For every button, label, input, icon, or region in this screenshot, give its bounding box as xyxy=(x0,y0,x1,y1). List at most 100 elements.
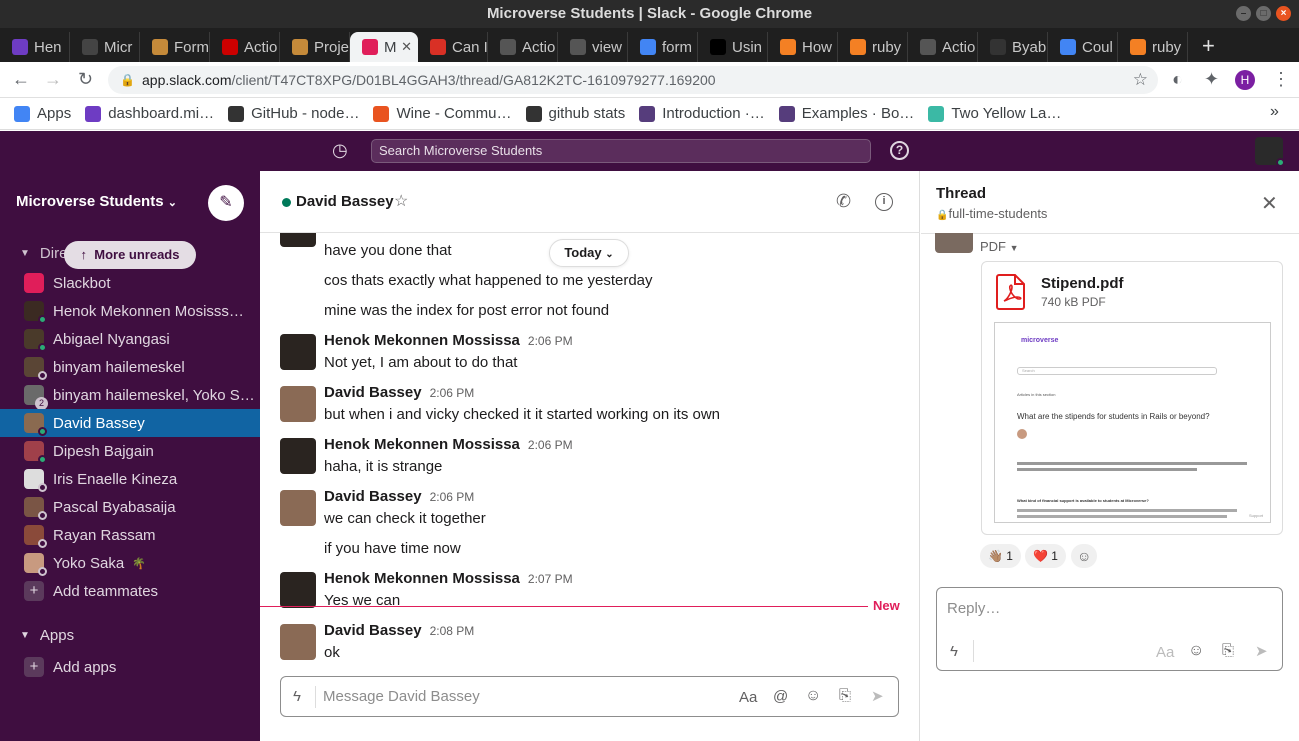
menu-dots-icon[interactable]: ⋮ xyxy=(1272,69,1290,90)
message-time[interactable]: 2:06 PM xyxy=(430,490,475,504)
close-thread-icon[interactable]: ✕ xyxy=(1261,191,1278,216)
bookmark-item[interactable]: Apps xyxy=(14,105,71,122)
format-text-button[interactable]: Aa xyxy=(1156,644,1174,661)
bookmark-item[interactable]: Examples · Bo… xyxy=(778,105,914,122)
tab-16[interactable]: ruby xyxy=(1118,32,1188,62)
pdf-toggle[interactable]: PDF ▼ xyxy=(980,239,1019,254)
message-input[interactable]: Message David Bassey xyxy=(323,688,480,705)
bookmark-item[interactable]: dashboard.mi… xyxy=(85,105,214,122)
emoji-icon[interactable]: ☺ xyxy=(805,687,821,705)
message-avatar[interactable] xyxy=(280,438,316,474)
reaction-heart[interactable]: ❤️ 1 xyxy=(1025,544,1066,568)
thread-author-avatar[interactable] xyxy=(935,233,973,253)
message-avatar[interactable] xyxy=(280,572,316,608)
message-avatar[interactable] xyxy=(280,624,316,660)
shortcuts-icon[interactable]: ϟ xyxy=(293,688,301,705)
back-icon[interactable]: ← xyxy=(12,69,30,90)
message-author[interactable]: David Bassey 2:06 PM xyxy=(324,488,474,505)
dm-item[interactable]: binyam hailemeskel xyxy=(0,353,260,381)
user-avatar[interactable] xyxy=(1255,137,1285,167)
workspace-name[interactable]: Microverse Students ⌄ xyxy=(16,193,177,210)
message-time[interactable]: 2:06 PM xyxy=(528,334,573,348)
tab-8[interactable]: view xyxy=(558,32,628,62)
bookmark-item[interactable]: GitHub - node… xyxy=(228,105,359,122)
tab-14[interactable]: Byab xyxy=(978,32,1048,62)
bookmarks-overflow-icon[interactable]: » xyxy=(1270,103,1279,121)
date-divider-pill[interactable]: Today ⌄ xyxy=(549,239,629,267)
shortcuts-icon[interactable]: ϟ xyxy=(950,643,958,660)
send-icon[interactable]: ➤ xyxy=(871,687,884,705)
mention-icon[interactable]: @ xyxy=(773,688,788,705)
dm-item[interactable]: 2 binyam hailemeskel, Yoko S… xyxy=(0,381,260,409)
message-author[interactable]: Henok Mekonnen Mossissa 2:06 PM xyxy=(324,332,573,349)
tab-11[interactable]: How xyxy=(768,32,838,62)
reply-input[interactable]: Reply… xyxy=(947,600,1000,617)
dm-item[interactable]: Iris Enaelle Kineza xyxy=(0,465,260,493)
file-attachment-card[interactable]: Stipend.pdf 740 kB PDF microverse Search… xyxy=(981,261,1283,535)
dm-item[interactable]: Slackbot xyxy=(0,269,260,297)
thread-channel[interactable]: 🔒full-time-students xyxy=(936,206,1047,221)
message-avatar[interactable] xyxy=(280,386,316,422)
chat-title[interactable]: David Bassey xyxy=(296,193,394,210)
message-avatar[interactable] xyxy=(280,334,316,370)
attach-icon[interactable]: ⎘ xyxy=(1222,642,1234,659)
tab-13[interactable]: Actio xyxy=(908,32,978,62)
phone-icon[interactable]: ✆ xyxy=(836,191,851,212)
tab-6[interactable]: Can I xyxy=(418,32,488,62)
close-tab-icon[interactable]: ✕ xyxy=(401,39,412,55)
maximize-icon[interactable]: □ xyxy=(1256,6,1271,21)
bookmark-item[interactable]: Wine - Commu… xyxy=(373,105,512,122)
message-author[interactable]: Henok Mekonnen Mossissa 2:07 PM xyxy=(324,570,573,587)
tab-10[interactable]: Usin xyxy=(698,32,768,62)
emoji-icon[interactable]: ☺ xyxy=(1188,642,1204,660)
history-icon[interactable]: ◷ xyxy=(332,140,348,161)
dm-item[interactable]: Dipesh Bajgain xyxy=(0,437,260,465)
apps-section-header[interactable]: ▼ Apps xyxy=(0,621,260,649)
reload-icon[interactable]: ↻ xyxy=(78,69,93,90)
bookmark-star-icon[interactable]: ☆ xyxy=(1133,66,1148,94)
close-window-icon[interactable]: × xyxy=(1276,6,1291,21)
profile-avatar[interactable]: H xyxy=(1235,70,1255,90)
puzzle-icon[interactable]: ✦ xyxy=(1204,69,1219,90)
tab-9[interactable]: form xyxy=(628,32,698,62)
message-time[interactable]: 2:06 PM xyxy=(430,386,475,400)
search-input[interactable]: Search Microverse Students xyxy=(371,139,871,163)
message-avatar[interactable] xyxy=(280,233,316,247)
tab-2[interactable]: Form xyxy=(140,32,210,62)
tab-1[interactable]: Micr xyxy=(70,32,140,62)
add-teammates-button[interactable]: + Add teammates xyxy=(0,577,260,605)
help-icon[interactable]: ? xyxy=(890,141,909,160)
message-time[interactable]: 2:06 PM xyxy=(528,438,573,452)
reaction-wave[interactable]: 👋🏽 1 xyxy=(980,544,1021,568)
reply-composer[interactable]: Reply… ϟ Aa ☺ ⎘ ➤ xyxy=(936,587,1283,671)
attach-icon[interactable]: ⎘ xyxy=(839,687,851,704)
message-author[interactable]: David Bassey 2:06 PM xyxy=(324,384,474,401)
compose-button[interactable]: ✎ xyxy=(208,185,244,221)
tab-0[interactable]: Hen xyxy=(0,32,70,62)
tab-4[interactable]: Proje xyxy=(280,32,350,62)
format-text-button[interactable]: Aa xyxy=(739,689,757,706)
dm-item[interactable]: Yoko Saka 🌴 xyxy=(0,549,260,577)
dm-item[interactable]: Rayan Rassam xyxy=(0,521,260,549)
more-unreads-button[interactable]: ↑ More unreads xyxy=(64,241,196,269)
dm-item[interactable]: Pascal Byabasaija xyxy=(0,493,260,521)
bookmark-item[interactable]: Two Yellow La… xyxy=(928,105,1061,122)
tab-12[interactable]: ruby xyxy=(838,32,908,62)
message-author[interactable]: Henok Mekonnen Mossissa 2:06 PM xyxy=(324,436,573,453)
new-tab-button[interactable]: + xyxy=(1202,32,1215,62)
dm-item[interactable]: David Bassey xyxy=(0,409,260,437)
url-field[interactable]: 🔒 app.slack.com/client/T47CT8XPG/D01BL4G… xyxy=(108,66,1158,94)
dm-item[interactable]: Abigael Nyangasi xyxy=(0,325,260,353)
message-time[interactable]: 2:07 PM xyxy=(528,572,573,586)
tab-3[interactable]: Actio xyxy=(210,32,280,62)
minimize-icon[interactable]: – xyxy=(1236,6,1251,21)
tab-15[interactable]: Coul xyxy=(1048,32,1118,62)
add-reaction-button[interactable]: ☺ xyxy=(1071,544,1098,568)
extension-icon[interactable]: ◐ xyxy=(1172,69,1183,90)
bookmark-item[interactable]: github stats xyxy=(525,105,625,122)
info-icon[interactable]: i xyxy=(875,193,893,211)
message-author[interactable]: David Bassey 2:08 PM xyxy=(324,622,474,639)
message-composer[interactable]: ϟ Message David Bassey Aa @ ☺ ⎘ ➤ xyxy=(280,676,899,717)
message-time[interactable]: 2:08 PM xyxy=(430,624,475,638)
message-avatar[interactable] xyxy=(280,490,316,526)
